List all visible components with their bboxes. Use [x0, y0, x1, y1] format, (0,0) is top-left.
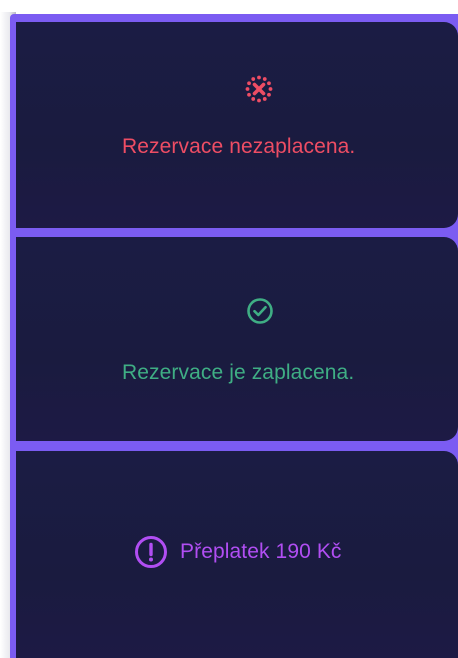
status-text-unpaid: Rezervace nezaplacena.	[122, 135, 356, 158]
status-text-paid: Rezervace je zaplacena.	[122, 361, 355, 384]
status-card-paid: Rezervace je zaplacena.	[16, 237, 458, 441]
status-card-unpaid: Rezervace nezaplacena.	[16, 22, 458, 228]
payment-status-panel: Rezervace nezaplacena. Rezervace je zapl…	[0, 0, 458, 658]
status-card-overpaid: Přeplatek 190 Kč	[16, 451, 458, 658]
circle-check-icon	[246, 297, 274, 325]
circle-exclamation-icon	[134, 535, 168, 569]
dotted-circle-x-icon	[245, 75, 273, 103]
status-text-overpaid: Přeplatek 190 Kč	[180, 540, 342, 563]
